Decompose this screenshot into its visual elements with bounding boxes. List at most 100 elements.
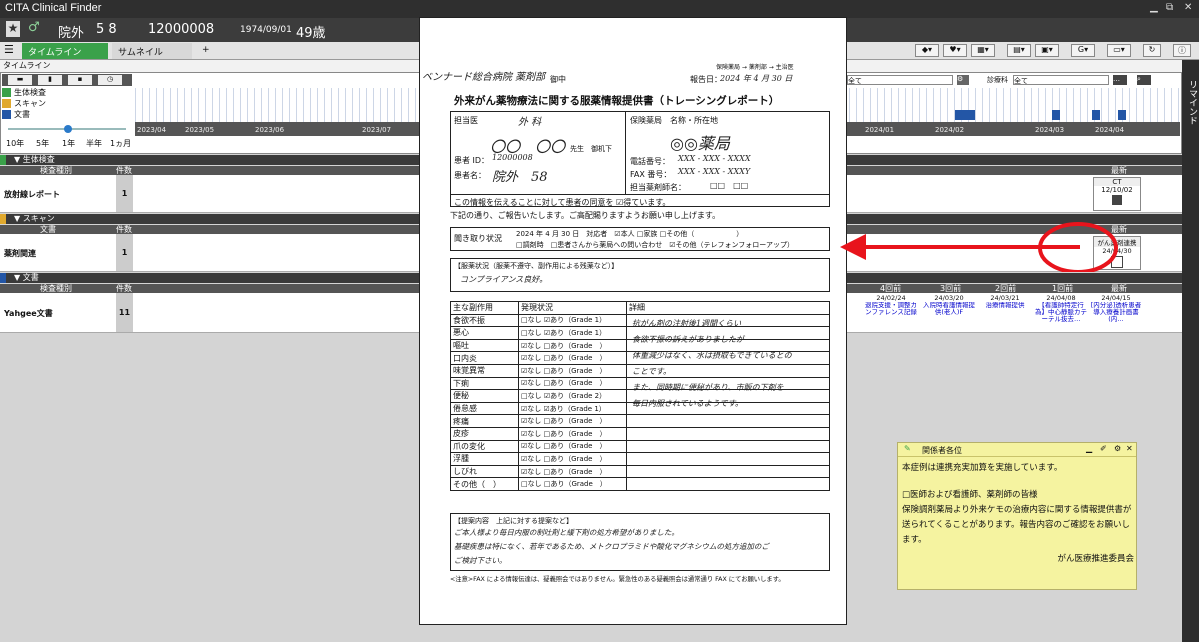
view-button-2[interactable]: ▮ — [38, 75, 62, 85]
list-item[interactable]: 24/04/15 [内分泌]透析患者導入療養計画書(内… — [1090, 295, 1142, 330]
detail-line: 食欲不振の訴えがありましたが — [632, 335, 744, 344]
legend-docs-label: 文書 — [14, 110, 30, 119]
filter-select-1[interactable]: 全て — [847, 75, 953, 85]
info-icon[interactable]: ⓘ — [1173, 44, 1191, 57]
doc-pharmacist-label: 担当薬剤師名： — [630, 183, 686, 192]
timeline-marker[interactable] — [1052, 110, 1060, 120]
doc-item-5: [内分泌]透析患者導入療養計画書(内… — [1090, 302, 1142, 323]
note-minimize-icon[interactable]: ▁ — [1086, 444, 1092, 453]
close-icon[interactable]: ✕ — [1184, 2, 1192, 13]
patient-status: 院外 — [58, 26, 85, 41]
range-buttons: 10年 5年 1年 半年 1ヵ月 — [6, 138, 132, 148]
se-name: 嘔吐 — [450, 338, 519, 353]
se-head-2: 発現状況 — [518, 301, 627, 315]
grid-icon[interactable]: ▦▾ — [971, 44, 995, 57]
list-item[interactable]: 24/02/24 退院支援・調整カンファレンス記録 — [864, 295, 918, 330]
list-item[interactable]: 24/03/21 治療情報提供 — [978, 295, 1032, 330]
legend-bio: 生体検査 — [2, 88, 46, 98]
legend-scan-label: スキャン — [14, 99, 46, 108]
doc-tel: XXX - XXX - XXXX — [678, 154, 751, 163]
detail-line: また、同時期に便秘があり、市販の下剤を — [632, 383, 784, 392]
doc-hearing-row1: 2024 年 4 月 30 日 対応者 ☑本人 □家族 □その他（ ） — [516, 230, 744, 238]
filter-select-2-value: 全て — [1014, 77, 1028, 85]
axis-date-8: 2024/04 — [1095, 126, 1125, 134]
add-tab-button[interactable]: + — [196, 43, 216, 59]
proposal-line: ご本人様より毎日内服の制吐剤と緩下剤の処方希望がありました。 — [454, 528, 679, 537]
se-name: 下痢 — [450, 376, 519, 391]
tab-thumbnail[interactable]: サムネイル — [112, 43, 192, 59]
section-docs-title: ▼ 文書 — [14, 273, 39, 282]
axis-date-7: 2024/03 — [1035, 126, 1065, 134]
se-detail — [626, 477, 830, 491]
timeline-marker[interactable] — [1092, 110, 1100, 120]
list-item[interactable]: 24/04/08 【看護師特定行為】中心静脈カテーテル抜去… — [1034, 295, 1088, 330]
timeline-marker[interactable] — [955, 110, 975, 120]
g-icon[interactable]: G▾ — [1071, 44, 1095, 57]
docs-col-2: 2回前 — [995, 284, 1017, 293]
note-sign: がん医療推進委員会 — [1057, 554, 1134, 564]
doc-status: コンプライアンス良好。 — [460, 275, 548, 284]
sticky-note[interactable]: ✎ 関係者各位 ▁ ✐ ⚙ ✕ 本症例は連携充実加算を実施しています。 □医師お… — [897, 442, 1137, 590]
range-1y[interactable]: 1年 — [62, 138, 75, 149]
doc-doctor-label: 担当医 — [454, 116, 478, 125]
axis-date-2: 2023/05 — [185, 126, 215, 134]
minimize-icon[interactable]: ▁ — [1150, 2, 1158, 13]
doc-report-date: 2024 年 4 月 30 日 — [720, 74, 793, 83]
tag-icon[interactable]: ◆▾ — [915, 44, 939, 57]
range-slider-handle[interactable] — [64, 125, 72, 133]
se-status: ☑なし □あり（Grade ） — [518, 439, 627, 454]
range-10y[interactable]: 10年 — [6, 138, 24, 149]
star-icon[interactable]: ★ — [6, 21, 20, 37]
bookmark-icon[interactable]: ♥▾ — [943, 44, 967, 57]
tab-timeline[interactable]: タイムライン — [22, 43, 108, 59]
monitor-icon[interactable]: ▭▾ — [1107, 44, 1131, 57]
note-pen-icon: ✎ — [904, 444, 911, 453]
doc-doctor-suffix: 先生 御机下 — [570, 145, 612, 153]
range-half[interactable]: 半年 — [86, 138, 102, 149]
doc-footer: <注意>FAX による情報伝達は、疑義照会ではありません。緊急性のある疑義照会は… — [450, 576, 785, 583]
timeline-label: タイムライン — [3, 61, 51, 70]
restore-icon[interactable]: ⧉ — [1166, 2, 1173, 13]
range-5y[interactable]: 5年 — [36, 138, 49, 149]
se-name: 浮腫 — [450, 452, 519, 466]
se-name: その他（ ） — [450, 477, 519, 491]
view-button-1[interactable]: ▬ — [8, 75, 32, 85]
note-settings-icon[interactable]: ⚙ — [1114, 444, 1121, 453]
se-status: ☑なし □あり（Grade ） — [518, 338, 627, 353]
list-item[interactable]: 24/03/20 入院時看護情報提供(老人)F — [922, 295, 976, 330]
more-icon[interactable]: … — [1113, 75, 1127, 85]
scan-count: 1 — [116, 234, 133, 271]
reminder-sidebar[interactable]: リマインド — [1182, 60, 1199, 642]
note-line — [902, 476, 1134, 488]
refresh-icon[interactable]: ↻ — [1143, 44, 1161, 57]
scan-col2: 件数 — [116, 225, 132, 234]
gear-icon[interactable]: ⚙ — [957, 75, 969, 85]
tracing-report-document: ベンナード総合病院 薬剤部 御中 保険薬局 → 薬剤部 → 主治医 報告日： 2… — [419, 17, 847, 625]
patient-dob: 1974/09/01 — [240, 25, 292, 35]
window-titlebar: CITA Clinical Finder ▁ ⧉ ✕ — [0, 0, 1199, 18]
range-1m[interactable]: 1ヵ月 — [110, 138, 131, 149]
legend-docs-swatch — [2, 110, 11, 119]
filter-select-2[interactable]: 全て — [1013, 75, 1109, 85]
view-button-3[interactable]: ▪ — [68, 75, 92, 85]
timeline-marker[interactable] — [1118, 110, 1126, 120]
clock-icon[interactable]: ◷ — [98, 75, 122, 85]
search-icon[interactable]: ⌕ — [1137, 75, 1151, 85]
bio-latest-card[interactable]: CT 12/10/02 — [1093, 177, 1141, 211]
se-name: 味覚異常 — [450, 363, 519, 378]
note-close-icon[interactable]: ✕ — [1126, 444, 1133, 453]
se-detail — [626, 452, 830, 466]
report-icon — [1112, 195, 1122, 205]
docs-col2: 件数 — [116, 284, 132, 293]
timeline-filter-row: 全て ⚙ 診療科 全て … ⌕ — [847, 74, 1180, 86]
note-edit-icon[interactable]: ✐ — [1100, 444, 1107, 453]
menu-icon[interactable]: ☰ — [2, 43, 16, 59]
se-name: 悪心 — [450, 326, 519, 340]
layout-icon[interactable]: ▤▾ — [1007, 44, 1031, 57]
bio-latest: 最新 — [1111, 166, 1127, 175]
doc-report-date-label: 報告日： — [690, 75, 722, 84]
se-status: ☑なし □あり（Grade ） — [518, 452, 627, 466]
docs-col1: 検査種別 — [40, 284, 72, 293]
window-icon[interactable]: ▣▾ — [1035, 44, 1059, 57]
se-status: ☑なし □あり（Grade ） — [518, 426, 627, 441]
